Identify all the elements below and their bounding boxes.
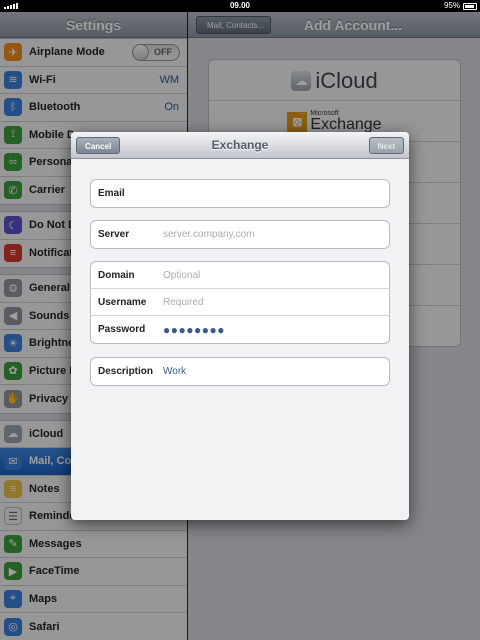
server-label: Server xyxy=(98,229,130,240)
password-label: Password xyxy=(98,324,146,335)
username-field[interactable]: Username Required xyxy=(91,289,389,316)
email-group: Email xyxy=(90,179,390,208)
status-bar: 09.00 95% xyxy=(0,0,480,12)
domain-field[interactable]: Domain Optional xyxy=(91,262,389,289)
domain-input[interactable]: Optional xyxy=(163,270,200,281)
modal-toolbar: Cancel Exchange Next xyxy=(71,132,409,159)
description-input[interactable]: Work xyxy=(163,366,186,377)
password-input[interactable]: ●●●●●●●● xyxy=(163,323,225,337)
description-field[interactable]: Description Work xyxy=(91,358,389,385)
next-button[interactable]: Next xyxy=(368,137,404,154)
description-label: Description xyxy=(98,366,154,377)
modal-title: Exchange xyxy=(211,138,269,152)
credentials-group: Domain Optional Username Required Passwo… xyxy=(90,261,390,344)
password-field[interactable]: Password ●●●●●●●● xyxy=(91,316,389,343)
description-group: Description Work xyxy=(90,357,390,386)
battery-percent: 95% xyxy=(443,1,460,10)
username-input[interactable]: Required xyxy=(163,297,204,308)
server-field[interactable]: Server server.company.com xyxy=(91,221,389,248)
email-field[interactable]: Email xyxy=(91,180,389,207)
username-label: Username xyxy=(98,296,147,308)
status-time: 09.00 xyxy=(229,1,251,10)
battery-icon xyxy=(463,3,477,10)
exchange-modal: Cancel Exchange Next Email Server server… xyxy=(71,132,409,520)
email-label: Email xyxy=(98,188,125,199)
domain-label: Domain xyxy=(98,269,135,281)
server-group: Server server.company.com xyxy=(90,220,390,249)
server-input[interactable]: server.company.com xyxy=(163,229,255,240)
